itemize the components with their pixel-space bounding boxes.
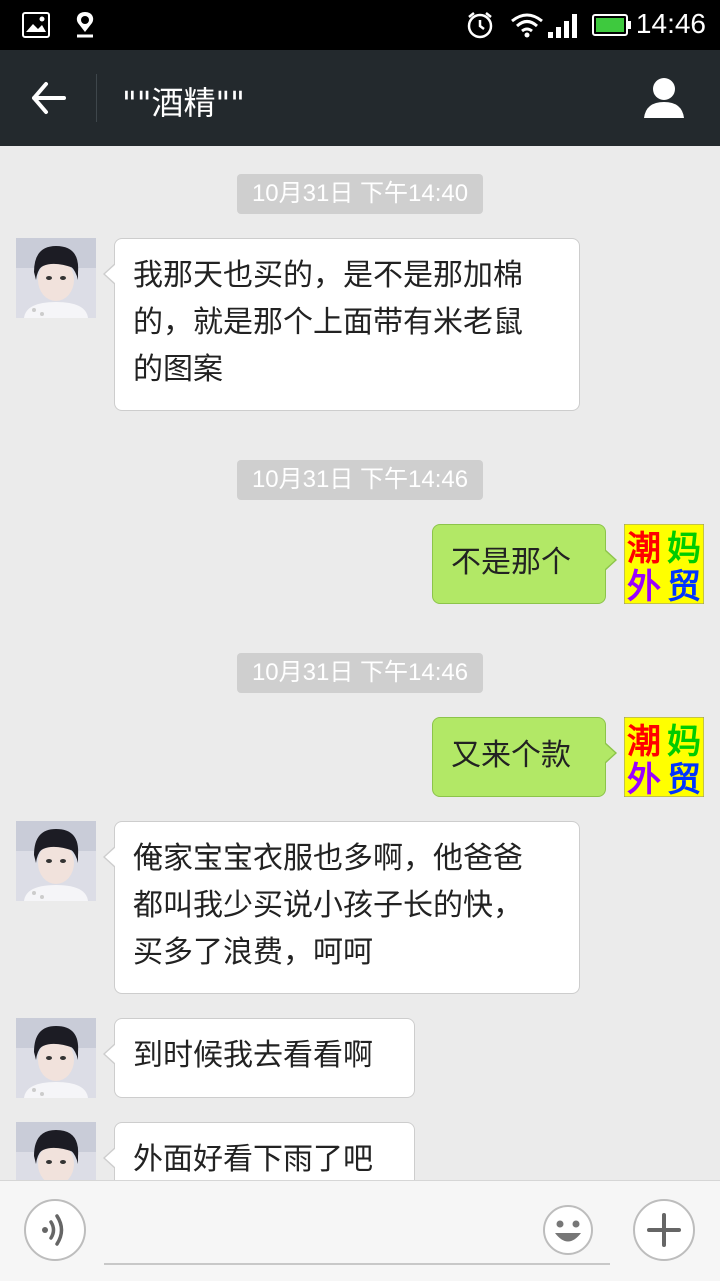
svg-text:潮: 潮 [627,722,661,762]
incoming-message[interactable]: 外面好看下雨了吧 [103,1122,415,1180]
outgoing-message[interactable]: 不是那个 [432,524,617,604]
back-arrow-icon[interactable] [28,76,68,120]
status-time: 14:46 [635,8,706,39]
notification-icon [76,12,94,38]
profile-icon[interactable] [642,76,686,120]
header-divider [96,74,97,122]
outgoing-message[interactable]: 又来个款 [432,717,617,797]
status-bar: 14:46 [0,0,720,50]
chat-header: ""酒精"" [0,50,720,146]
signal-icon [548,14,577,38]
battery-icon [592,14,631,36]
message-line: 到时候我去看看啊 [133,1038,373,1073]
incoming-message[interactable]: 到时候我去看看啊 [103,1018,415,1098]
self-avatar[interactable]: 潮 妈 外 贸 [624,524,704,604]
contact-avatar[interactable] [16,238,96,318]
message-line: 都叫我少买说小孩子长的快， [133,888,523,923]
timestamp: 10月31日 下午14:46 [237,653,483,693]
svg-text:外: 外 [627,760,661,797]
message-line: 买多了浪费，呵呵 [133,935,373,970]
message-input[interactable] [104,1201,610,1265]
svg-text:妈: 妈 [667,722,701,762]
svg-text:贸: 贸 [667,760,701,797]
more-button[interactable] [633,1199,695,1261]
timestamp: 10月31日 下午14:46 [237,460,483,500]
chat-title: ""酒精"" [122,84,245,122]
message-line: 俺家宝宝衣服也多啊，他爸爸 [133,841,523,876]
input-bar [0,1180,720,1281]
self-avatar[interactable]: 潮 妈 外 贸 [624,717,704,797]
message-line: 我那天也买的，是不是那加棉 [133,258,523,293]
timestamp: 10月31日 下午14:40 [237,174,483,214]
svg-text:贸: 贸 [667,567,701,604]
emoji-button[interactable] [537,1199,599,1261]
contact-avatar[interactable] [16,1122,96,1180]
message-line: 又来个款 [451,738,571,773]
svg-text:潮: 潮 [627,529,661,569]
voice-icon [42,1214,64,1246]
contact-avatar[interactable] [16,821,96,901]
emoji-icon [543,1205,593,1255]
svg-text:外: 外 [627,567,661,604]
gallery-icon [22,12,50,38]
message-list[interactable]: 10月31日 下午14:40 我那天也买的，是不是那加棉 的，就是那个上面带有米… [0,146,720,1180]
message-line: 的图案 [133,352,223,387]
message-line: 的，就是那个上面带有米老鼠 [133,305,523,340]
contact-avatar[interactable] [16,1018,96,1098]
voice-button[interactable] [24,1199,86,1261]
incoming-message[interactable]: 我那天也买的，是不是那加棉 的，就是那个上面带有米老鼠 的图案 [103,238,580,411]
wifi-icon [511,13,543,38]
alarm-icon [467,12,493,39]
message-line: 不是那个 [451,545,571,580]
incoming-message[interactable]: 俺家宝宝衣服也多啊，他爸爸 都叫我少买说小孩子长的快， 买多了浪费，呵呵 [103,821,580,994]
message-line: 外面好看下雨了吧 [133,1142,373,1177]
plus-icon [647,1213,681,1247]
svg-text:妈: 妈 [667,529,701,569]
